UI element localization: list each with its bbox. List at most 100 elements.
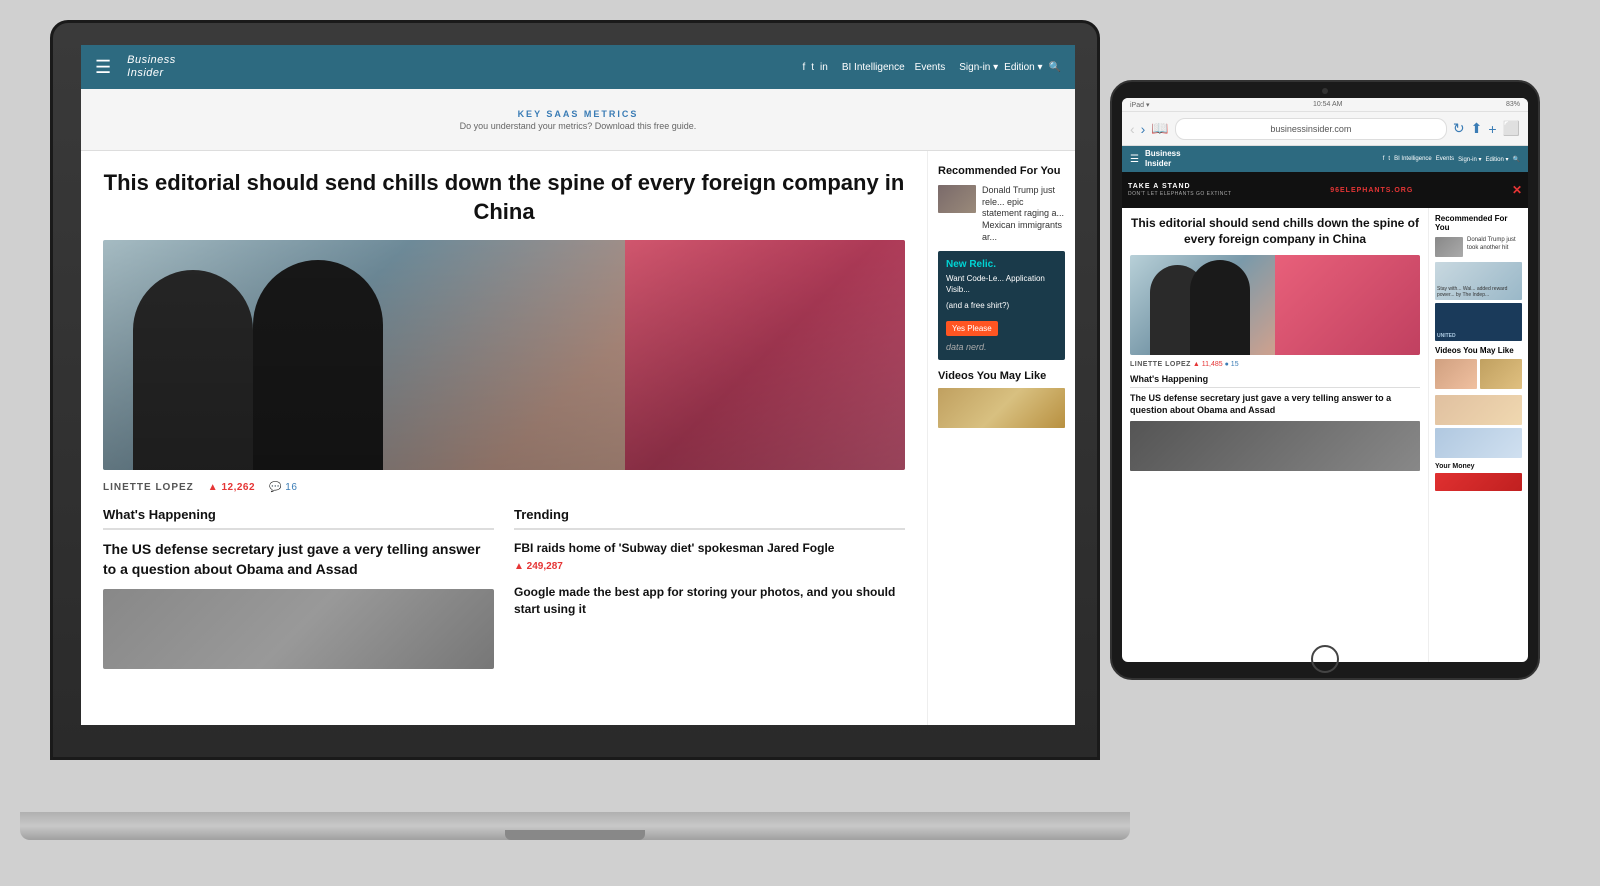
tablet-stack-item-1[interactable]: Stay with... Wal... added reward power..… [1435,262,1522,300]
tablet-t-icon[interactable]: t [1388,156,1390,162]
tablet-f-icon[interactable]: f [1383,156,1385,162]
tablet-stack-item-2[interactable]: UNITED [1435,303,1522,341]
tablet-sidebar-more: Your Money [1435,395,1522,491]
tablet-signin-btn[interactable]: Sign-in ▾ [1458,156,1481,163]
recommended-title: Recommended For You [938,165,1065,177]
story-image [103,589,494,669]
recommended-item[interactable]: Donald Trump just rele... epic statement… [938,185,1065,243]
tablet-events-link[interactable]: Events [1436,156,1454,162]
nav-social: f t in [802,62,827,73]
article-upvotes[interactable]: ▲ 12,262 [208,482,255,493]
tablet-back-btn[interactable]: ‹ [1130,121,1135,137]
tablet-share-icon[interactable]: ⬆ [1471,120,1483,137]
tablet-recommended-text-1: Donald Trump just took another hit [1467,237,1522,253]
ad-sidebar-sub: data nerd. [946,342,1057,352]
tablet-money-item[interactable] [1435,473,1522,491]
tablet-tabs-icon[interactable]: ⬜ [1503,120,1520,137]
nav-right: f t in BI Intelligence Events Sign-in ▾ … [802,62,1061,73]
bi-logo[interactable]: Business Insider [127,54,176,80]
ad-banner-subtitle: Do you understand your metrics? Download… [460,121,697,131]
video-thumb[interactable] [938,388,1065,428]
trending-count-1: ▲ 249,287 [514,561,905,572]
twitter-icon[interactable]: t [811,62,814,73]
tablet-ad-close-btn[interactable]: ✕ [1512,183,1522,197]
tablet-whats-happening-title: What's Happening [1130,374,1420,388]
tablet-ad-sub: DON'T LET ELEPHANTS GO EXTINCT [1128,191,1232,197]
tablet-upvotes[interactable]: ▲ 11,485 [1193,361,1223,368]
tablet-more-item-1[interactable] [1435,395,1522,425]
tablet-ad-left: TAKE A STAND DON'T LET ELEPHANTS GO EXTI… [1128,183,1232,197]
linkedin-icon[interactable]: in [820,62,828,73]
ad-sidebar-button[interactable]: Yes Please [946,321,998,336]
hamburger-icon[interactable]: ☰ [95,57,111,78]
tablet-ad-main: TAKE A STAND [1128,183,1232,190]
trending-title-1[interactable]: FBI raids home of 'Subway diet' spokesma… [514,540,905,557]
tablet-main: This editorial should send chills down t… [1122,208,1428,662]
trending-title: Trending [514,507,905,530]
tablet-more-item-2[interactable] [1435,428,1522,458]
trending-item-1: FBI raids home of 'Subway diet' spokesma… [514,540,905,572]
article-image [103,240,905,470]
tablet-plus-icon[interactable]: + [1488,121,1496,137]
tablet-article-image [1130,255,1420,355]
tablet-battery: 83% [1506,101,1520,108]
tablet-camera [1322,88,1328,94]
laptop: ☰ Business Insider f t in BI Intelligenc… [50,20,1100,840]
search-icon[interactable]: 🔍 [1049,62,1061,73]
tablet-screen: iPad ▾ 10:54 AM 83% ‹ › 📖 businessinside… [1122,98,1528,662]
tablet-ad-banner[interactable]: TAKE A STAND DON'T LET ELEPHANTS GO EXTI… [1122,172,1528,208]
image-overlay [103,240,905,470]
tablet-your-money: Your Money [1435,463,1522,470]
main-article: This editorial should send chills down t… [81,151,927,725]
events-link[interactable]: Events [915,62,946,73]
tablet-url-field[interactable]: businessinsider.com [1175,118,1447,140]
tablet-video-thumb-1[interactable] [1435,359,1477,389]
article-author: LINETTE LOPEZ [103,482,194,493]
whats-happening-title: What's Happening [103,507,494,530]
bi-intelligence-link[interactable]: BI Intelligence [842,62,905,73]
tablet-hamburger-icon[interactable]: ☰ [1130,154,1139,165]
facebook-icon[interactable]: f [802,62,805,73]
tablet-recommended-item-1[interactable]: Donald Trump just took another hit [1435,237,1522,257]
tablet-search-icon[interactable]: 🔍 [1513,156,1520,163]
tablet-video-row [1435,359,1522,389]
tablet-bookmark-icon[interactable]: 📖 [1151,120,1168,137]
nav-links: BI Intelligence Events [842,62,945,73]
trending-col: Trending FBI raids home of 'Subway diet'… [514,507,905,669]
laptop-content: This editorial should send chills down t… [81,151,1075,725]
article-comments[interactable]: 💬 16 [269,482,297,493]
tablet-stack-text-2: UNITED [1437,333,1456,339]
ad-sidebar-title: Want Code-Le... Application Visib... [946,274,1057,295]
tablet-video-thumb-2[interactable] [1480,359,1522,389]
scene: ☰ Business Insider f t in BI Intelligenc… [0,0,1600,886]
laptop-sidebar: Recommended For You Donald Trump just re… [927,151,1075,725]
tablet-bi-logo[interactable]: Business Insider [1145,149,1181,168]
recommended-text: Donald Trump just rele... epic statement… [982,185,1065,243]
tablet-home-button[interactable] [1311,645,1339,673]
signin-button[interactable]: Sign-in ▾ [959,62,998,73]
tablet-comments[interactable]: ● 15 [1225,361,1239,368]
tablet-edition-btn[interactable]: Edition ▾ [1485,156,1508,163]
tablet-url-bar: ‹ › 📖 businessinsider.com ↻ ⬆ + ⬜ [1122,112,1528,146]
tablet: iPad ▾ 10:54 AM 83% ‹ › 📖 businessinside… [1110,80,1540,680]
trending-item-2: Google made the best app for storing you… [514,584,905,618]
trending-title-2[interactable]: Google made the best app for storing you… [514,584,905,618]
laptop-base [20,812,1130,840]
tablet-story-image [1130,421,1420,471]
ad-banner[interactable]: KEY SAAS METRICS Do you understand your … [81,89,1075,151]
edition-button[interactable]: Edition ▾ [1004,62,1042,73]
article-headline: This editorial should send chills down t… [103,169,905,226]
recommended-thumb [938,185,976,213]
tablet-content: This editorial should send chills down t… [1122,208,1528,662]
whats-happening-story[interactable]: The US defense secretary just gave a ver… [103,540,494,579]
tablet-forward-btn[interactable]: › [1141,121,1146,137]
tablet-recommended-title: Recommended For You [1435,214,1522,232]
tablet-nav-right: f t BI Intelligence Events Sign-in ▾ Edi… [1383,156,1520,163]
tablet-refresh-icon[interactable]: ↻ [1453,120,1465,137]
laptop-body: ☰ Business Insider f t in BI Intelligenc… [50,20,1100,760]
tablet-bi-intel-link[interactable]: BI Intelligence [1394,156,1432,162]
tablet-body: iPad ▾ 10:54 AM 83% ‹ › 📖 businessinside… [1110,80,1540,680]
ad-sidebar-subtitle: (and a free shirt?) [946,301,1057,311]
tablet-time: 10:54 AM [1313,101,1343,108]
tablet-whats-happening-story[interactable]: The US defense secretary just gave a ver… [1130,393,1420,416]
